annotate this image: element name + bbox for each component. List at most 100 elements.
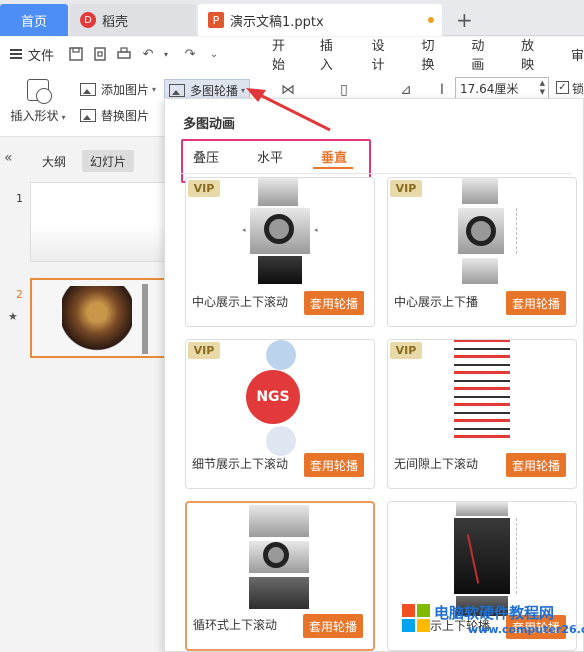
tab-animation[interactable]: 动画 [471,35,491,73]
preview-bubble [266,340,296,370]
template-card[interactable]: ◂ ◂ VIP 中心展示上下滚动 套用轮播 [185,177,375,327]
vip-badge: VIP [390,342,422,359]
save-icon[interactable] [68,46,84,62]
more-dropdown-icon[interactable]: ⌄ [206,46,222,62]
preview-image [458,208,504,254]
lock-ratio-checkbox[interactable]: ✓ [556,81,569,94]
chevron-down-icon: ▾ [152,85,157,94]
preview-image [456,502,508,516]
stepper-icon[interactable]: ▲ ▼ [540,79,545,97]
preview-image [258,178,298,206]
template-card[interactable]: VIP 无间隙上下滚动 套用轮播 [387,339,577,489]
apply-carousel-button[interactable]: 套用轮播 [304,291,364,315]
slide-strip [142,284,148,354]
slide-number: 2 [16,288,23,301]
hamburger-icon [10,49,22,59]
insert-shape-button[interactable]: 插入形状 ▾ [8,77,68,124]
add-picture-button[interactable]: 添加图片 ▾ [80,81,156,98]
collapse-panel-icon[interactable]: « [4,150,13,166]
site-watermark: 电脑软硬件教程网 www.computer26.com [402,600,584,652]
arrow-left-icon: ◂ [242,226,246,234]
tab-slideshow[interactable]: 放映 [521,35,541,73]
animation-star-icon: ★ [8,310,18,323]
tab-review[interactable]: 审 [571,45,584,64]
preview-image [462,178,498,204]
chevron-down-icon: ▾ [241,85,246,95]
preview-image [249,577,309,609]
new-tab-button[interactable]: + [456,8,473,32]
preview-image [258,256,302,284]
slide-thumbnail-2[interactable] [30,278,170,358]
tab-daoke[interactable]: D 稻壳 [70,4,196,36]
tab-outline[interactable]: 大纲 [34,150,74,172]
picture-icon [80,109,96,122]
template-label: 中心展示上下播 [394,295,479,309]
popup-title: 多图动画 [183,117,236,132]
template-label: 循环式上下滚动 [193,618,278,632]
tab-transition[interactable]: 切换 [421,35,441,73]
apply-carousel-button[interactable]: 套用轮播 [506,291,566,315]
template-card[interactable]: VIP 中心展示上下播 套用轮播 [387,177,577,327]
apply-carousel-button[interactable]: 套用轮播 [304,453,364,477]
redo-icon[interactable]: ↷ [182,46,198,62]
tab-slides[interactable]: 幻灯片 [82,150,135,172]
arrow-right-icon: ◂ [314,226,318,234]
watermark-url: www.computer26.com [468,623,584,636]
lock-ratio-label: 锁 [572,82,584,96]
logo-quadrant [402,604,415,617]
logo-quadrant [402,619,415,632]
daoke-logo-icon: D [80,12,96,28]
apply-carousel-button[interactable]: 套用轮播 [303,614,363,638]
vip-badge: VIP [188,180,220,197]
logo-quadrant [417,604,430,617]
tab-document-label: 演示文稿1.pptx [230,14,324,30]
tab-daoke-label: 稻壳 [102,14,129,30]
wheel-graphic [264,214,294,244]
tab-overlap[interactable]: 叠压 [193,147,219,166]
tab-horizontal[interactable]: 水平 [257,147,283,166]
file-menu-label: 文件 [28,48,55,64]
vip-badge: VIP [188,342,220,359]
template-label: 细节展示上下滚动 [192,457,289,471]
width-field[interactable]: 17.64厘米 ▲ ▼ [455,77,549,99]
tab-insert[interactable]: 插入 [320,35,340,73]
menu-bar: 文件 ↶ ▾ ↷ ⌄ 开始 插入 设计 切换 动画 放映 审 [0,35,584,73]
slide-panel: « 大纲 幻灯片 1 2 ★ [0,138,170,652]
add-picture-label: 添加图片 [101,83,150,97]
carousel-icon [169,83,185,97]
preview-image [249,505,309,537]
picture-icon [80,83,96,96]
replace-picture-label: 替换图片 [101,109,150,123]
tab-home[interactable]: 首页 [0,4,68,36]
file-menu[interactable]: 文件 [10,45,54,64]
undo-dropdown-icon[interactable]: ▾ [158,46,174,62]
title-bar: 首页 D 稻壳 P 演示文稿1.pptx + [0,0,584,36]
multi-animation-popup: 多图动画 叠压 水平 垂直 ◂ ◂ VIP 中心展示上下滚动 套用轮播 VIP … [164,98,584,652]
multi-carousel-label: 多图轮播 [190,83,239,98]
slide-background [31,223,169,261]
tab-document[interactable]: P 演示文稿1.pptx [198,4,442,36]
export-pdf-icon[interactable] [92,46,108,62]
preview-image [250,208,310,254]
preview-image [454,518,510,594]
apply-carousel-button[interactable]: 套用轮播 [506,453,566,477]
slide-number: 1 [16,192,23,205]
preview-emblem: NGS [246,370,300,424]
watermark-text: 电脑软硬件教程网 [434,604,555,622]
presentation-icon: P [208,12,224,28]
dashed-guide [516,518,517,594]
print-icon[interactable] [116,46,132,62]
tab-vertical[interactable]: 垂直 [321,147,347,166]
vip-badge: VIP [390,180,422,197]
divider [181,173,571,174]
chevron-down-icon: ▾ [61,113,66,122]
tab-design[interactable]: 设计 [372,35,392,73]
tab-start[interactable]: 开始 [272,35,292,73]
undo-icon[interactable]: ↶ [140,46,156,62]
replace-picture-button[interactable]: 替换图片 [80,107,149,124]
template-card[interactable]: NGS VIP 细节展示上下滚动 套用轮播 [185,339,375,489]
template-card-selected[interactable]: 循环式上下滚动 套用轮播 [185,501,375,651]
preview-bubble [266,426,296,456]
slide-thumbnail-1[interactable] [30,182,170,262]
preview-image [249,541,309,573]
